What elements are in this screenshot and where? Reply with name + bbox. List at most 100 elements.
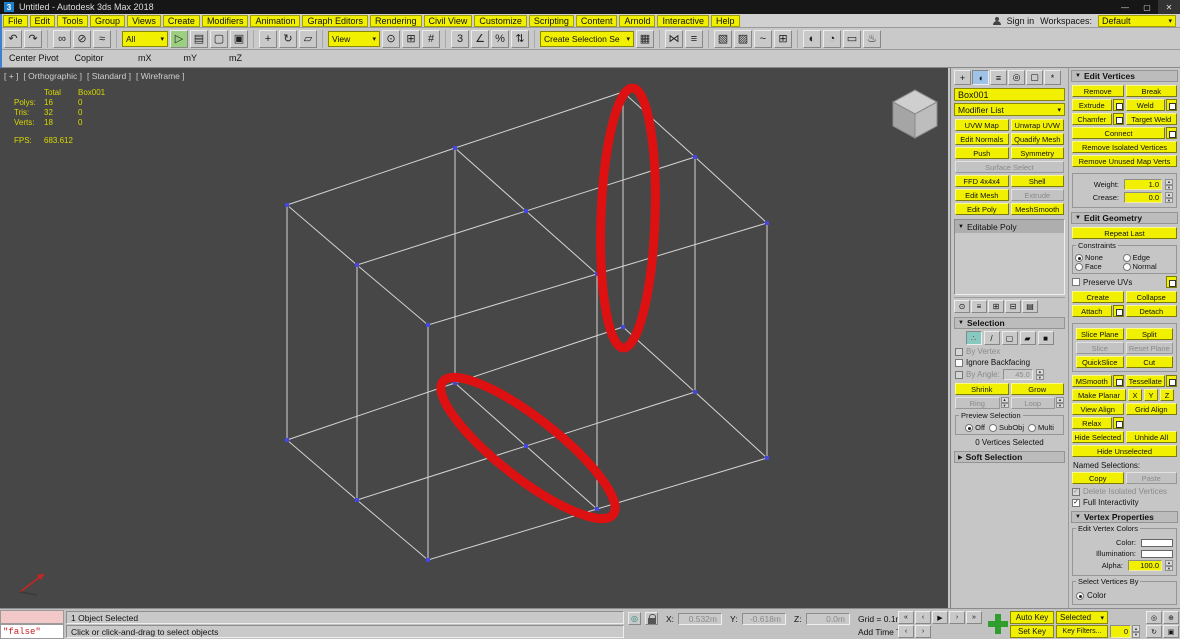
modifier-button-meshsmooth[interactable]: MeshSmooth	[1010, 203, 1064, 215]
modifier-button-edit-normals[interactable]: Edit Normals	[955, 133, 1009, 145]
polygon-mode-icon[interactable]: ▰	[1019, 331, 1036, 345]
tab-hierarchy[interactable]: ≡	[990, 70, 1007, 85]
menu-item-interactive[interactable]: Interactive	[657, 14, 709, 27]
mirror-icon[interactable]: ⋈	[665, 29, 683, 48]
select-and-move-icon[interactable]: +	[259, 29, 277, 48]
vertex-dot[interactable]	[595, 507, 599, 511]
edit-geometry-view-align-button[interactable]: View Align	[1072, 403, 1124, 415]
schematic-view-icon[interactable]: ⊞	[774, 29, 792, 48]
shrink-button[interactable]: Shrink	[955, 383, 1009, 395]
viewport[interactable]: [ + ] [ Orthographic ] [ Standard ] [ Wiref…	[0, 68, 948, 608]
edit-geometry-msmooth-settings-button[interactable]	[1112, 375, 1124, 387]
modifier-button-edit-mesh[interactable]: Edit Mesh	[955, 189, 1009, 201]
edit-geometry-create-button[interactable]: Create	[1072, 291, 1124, 303]
show-end-result-icon[interactable]: ≡	[971, 300, 987, 313]
edit-geometry-make-planar-button[interactable]: Make Planar	[1072, 389, 1126, 401]
vertex-dot[interactable]	[765, 221, 769, 225]
modifier-stack-item[interactable]: ▼ Editable Poly	[955, 220, 1064, 233]
edit-vertices-remove-unused-map-verts-button[interactable]: Remove Unused Map Verts	[1072, 155, 1177, 167]
toolbar-button-mz[interactable]: mZ	[229, 53, 242, 63]
use-pivot-point-icon[interactable]: ⊙	[382, 29, 400, 48]
undo-icon[interactable]: ↶	[4, 29, 22, 48]
constraint-option-normal[interactable]: Normal	[1122, 262, 1171, 271]
vertex-dot[interactable]	[355, 263, 359, 267]
edit-geometry-attach-settings-button[interactable]	[1112, 305, 1124, 317]
repeat-last-button[interactable]: Repeat Last	[1072, 227, 1177, 239]
edit-geometry-detach-button[interactable]: Detach	[1125, 305, 1177, 317]
illumination-swatch[interactable]	[1141, 549, 1173, 558]
edit-geometry-rollout-header[interactable]: ▼ Edit Geometry	[1071, 212, 1178, 224]
viewcube[interactable]	[891, 89, 939, 139]
go-to-end-button[interactable]: »	[966, 611, 982, 624]
vertex-dot[interactable]	[693, 390, 697, 394]
viewport-label-standard[interactable]: [ Standard ]	[87, 71, 131, 81]
snaps-toggle-3d-icon[interactable]: 3	[451, 29, 469, 48]
orbit-icon[interactable]: ↻	[1146, 625, 1162, 638]
menu-item-tools[interactable]: Tools	[57, 14, 89, 27]
edit-vertices-chamfer-button[interactable]: Chamfer	[1072, 113, 1112, 125]
material-editor-icon[interactable]: ◐	[803, 29, 821, 48]
tab-utilities[interactable]: *	[1044, 70, 1061, 85]
zoom-extents-icon[interactable]: ⊕	[1163, 611, 1179, 624]
vertex-dot[interactable]	[453, 146, 457, 150]
modifier-button-quadify-mesh[interactable]: Quadify Mesh	[1010, 133, 1064, 145]
edit-geometry-tessellate-button[interactable]: Tessellate	[1125, 375, 1165, 387]
selected-set-dropdown[interactable]: Selected ▾	[1056, 611, 1108, 624]
maxscript-mini-listener[interactable]: "false"	[0, 624, 64, 639]
edit-geometry-relax-settings-button[interactable]	[1112, 417, 1124, 429]
edit-geometry-grid-align-button[interactable]: Grid Align	[1125, 403, 1177, 415]
menu-item-modifiers[interactable]: Modifiers	[201, 14, 249, 27]
vertex-dot[interactable]	[524, 209, 528, 213]
set-keys-large-button[interactable]	[988, 614, 1008, 634]
tab-create[interactable]: +	[954, 70, 971, 85]
edit-geometry-msmooth-button[interactable]: MSmooth	[1072, 375, 1112, 387]
rectangular-selection-region-icon[interactable]: ▢	[210, 29, 228, 48]
edit-named-selection-sets-icon[interactable]: ▦	[636, 29, 654, 48]
named-selection-copy-button[interactable]: Copy	[1072, 472, 1124, 484]
modifier-button-symmetry[interactable]: Symmetry	[1010, 147, 1064, 159]
menu-item-arnold[interactable]: Arnold	[619, 14, 656, 27]
edit-vertices-break-button[interactable]: Break	[1125, 85, 1177, 97]
constraint-option-face[interactable]: Face	[1075, 262, 1123, 271]
tab-modify[interactable]: ◖	[972, 70, 989, 85]
key-step-back-button[interactable]: ‹	[898, 625, 914, 638]
menu-item-graph-editors[interactable]: Graph Editors	[302, 14, 369, 27]
align-icon[interactable]: ≡	[685, 29, 703, 48]
viewport-canvas[interactable]	[0, 68, 948, 608]
vertex-mode-icon[interactable]: ∴	[965, 331, 982, 345]
sign-in-button[interactable]: Sign in	[1007, 16, 1035, 26]
menu-item-edit[interactable]: Edit	[29, 14, 56, 27]
angle-snap-icon[interactable]: ∠	[471, 29, 489, 48]
vertex-dot[interactable]	[524, 444, 528, 448]
vertex-dot[interactable]	[426, 558, 430, 562]
edit-vertices-target-weld-button[interactable]: Target Weld	[1125, 113, 1177, 125]
soft-selection-rollout-header[interactable]: ▶ Soft Selection	[954, 451, 1065, 463]
modifier-button-edit-poly[interactable]: Edit Poly	[955, 203, 1009, 215]
full-interactivity-row[interactable]: ✓ Full Interactivity	[1072, 498, 1177, 507]
edit-geometry-relax-button[interactable]: Relax	[1072, 417, 1112, 429]
render-production-icon[interactable]: ♨	[863, 29, 881, 48]
select-and-link-icon[interactable]: ∞	[53, 29, 71, 48]
reference-coordinate-dropdown[interactable]: View ▾	[328, 30, 380, 47]
preview-option-subobj[interactable]: SubObj	[989, 423, 1024, 432]
edit-vertices-weld-button[interactable]: Weld	[1125, 99, 1165, 111]
grow-button[interactable]: Grow	[1010, 383, 1064, 395]
menu-item-scripting[interactable]: Scripting	[528, 14, 574, 27]
select-by-color-option[interactable]: Color	[1076, 591, 1173, 600]
menu-item-customize[interactable]: Customize	[474, 14, 527, 27]
edit-geometry-unhide-all-button[interactable]: Unhide All	[1125, 431, 1177, 443]
selection-filter-dropdown[interactable]: All ▾	[122, 30, 168, 47]
set-key-button[interactable]: Set Key	[1010, 625, 1054, 638]
toolbar-button-mx[interactable]: mX	[138, 53, 152, 63]
named-selection-set-dropdown[interactable]: Create Selection Se ▾	[540, 30, 634, 47]
menu-item-animation[interactable]: Animation	[250, 14, 301, 27]
menu-item-file[interactable]: File	[3, 14, 28, 27]
menu-item-content[interactable]: Content	[575, 14, 618, 27]
modifier-button-push[interactable]: Push	[955, 147, 1009, 159]
vertex-properties-rollout-header[interactable]: ▼ Vertex Properties	[1071, 511, 1178, 523]
edit-vertices-connect-settings-button[interactable]	[1166, 127, 1177, 139]
zoom-icon[interactable]: ◎	[1146, 611, 1162, 624]
maximize-button[interactable]: ▢	[1136, 0, 1158, 14]
frame-spinner[interactable]: ▲ ▼	[1132, 625, 1140, 638]
edit-vertices-remove-isolated-vertices-button[interactable]: Remove Isolated Vertices	[1072, 141, 1177, 153]
